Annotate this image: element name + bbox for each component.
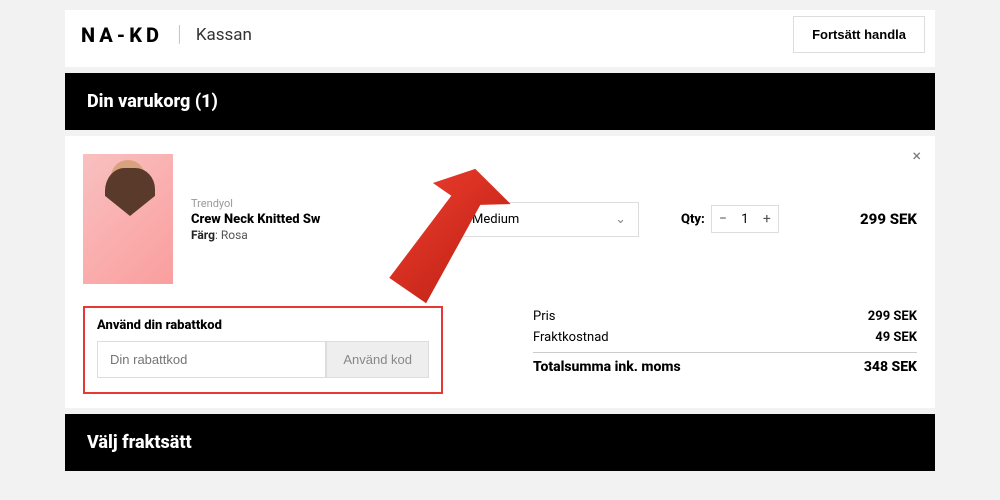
item-price: 299 SEK xyxy=(860,210,917,228)
summary-shipping-value: 49 SEK xyxy=(875,330,917,345)
qty-value: 1 xyxy=(734,212,756,227)
promo-code-input[interactable] xyxy=(97,341,326,378)
top-bar: NA-KD | Kassan Fortsätt handla xyxy=(65,10,935,67)
qty-label: Qty: xyxy=(681,212,705,227)
cart-item-row: Trendyol Crew Neck Knitted Sw Färg: Rosa… xyxy=(83,154,917,284)
brand-separator: | xyxy=(177,22,182,47)
brand-logo[interactable]: NA-KD xyxy=(81,23,163,47)
size-select[interactable]: Medium ⌄ xyxy=(459,202,639,237)
product-thumbnail[interactable] xyxy=(83,154,173,284)
chevron-down-icon: ⌄ xyxy=(615,212,626,227)
continue-shopping-button[interactable]: Fortsätt handla xyxy=(793,16,925,53)
summary-total-label: Totalsumma ink. moms xyxy=(533,359,681,375)
product-color: Färg: Rosa xyxy=(191,228,401,242)
cart-panel: × Trendyol Crew Neck Knitted Sw Färg: Ro… xyxy=(65,136,935,408)
summary-price-value: 299 SEK xyxy=(868,309,917,324)
shipping-section-header: Välj fraktsätt xyxy=(65,414,935,471)
summary-total-value: 348 SEK xyxy=(864,359,917,375)
order-summary: Pris 299 SEK Fraktkostnad 49 SEK Totalsu… xyxy=(533,306,917,378)
apply-promo-button[interactable]: Använd kod xyxy=(326,341,429,378)
quantity-stepper: − 1 + xyxy=(711,205,779,233)
size-selected-value: Medium xyxy=(472,212,519,227)
promo-code-box: Använd din rabattkod Använd kod xyxy=(83,306,443,394)
summary-shipping-label: Fraktkostnad xyxy=(533,330,609,345)
product-brand: Trendyol xyxy=(191,197,401,210)
cart-section-header: Din varukorg (1) xyxy=(65,73,935,130)
qty-decrease-button[interactable]: − xyxy=(712,206,734,232)
qty-increase-button[interactable]: + xyxy=(756,206,778,232)
product-name[interactable]: Crew Neck Knitted Sw xyxy=(191,212,401,227)
promo-title: Använd din rabattkod xyxy=(97,318,429,333)
summary-price-label: Pris xyxy=(533,309,555,324)
page-title: Kassan xyxy=(196,25,252,45)
